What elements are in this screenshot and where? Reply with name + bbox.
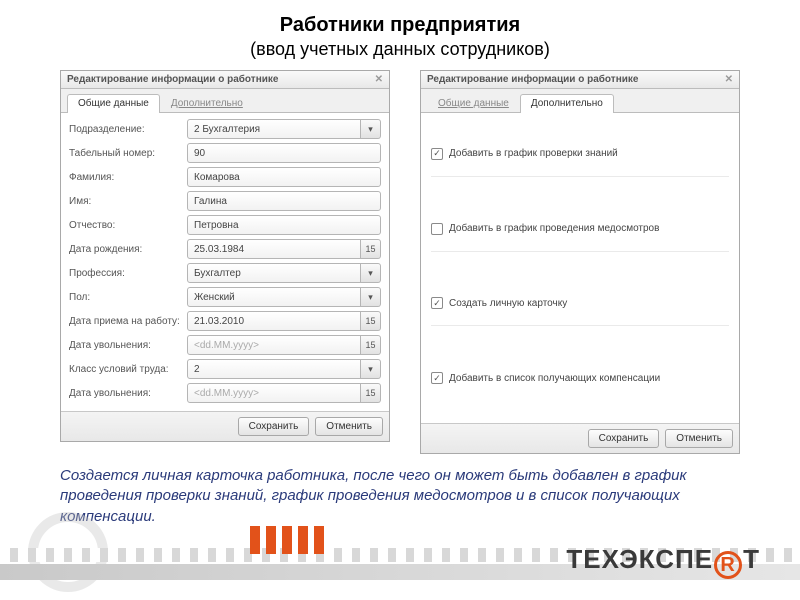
- row-gender: Пол: Женский ▾: [69, 287, 381, 307]
- close-icon[interactable]: ✕: [375, 74, 383, 85]
- firstname-input[interactable]: Галина: [187, 191, 381, 211]
- profession-value: Бухгалтер: [187, 263, 361, 283]
- row-firedate: Дата увольнения: <dd.MM.yyyy> 15: [69, 335, 381, 355]
- registered-icon: R: [714, 551, 742, 579]
- checkbox-label: Добавить в список получающих компенсации: [449, 373, 660, 384]
- dialog-title: Редактирование информации о работнике: [67, 74, 278, 85]
- chevron-down-icon[interactable]: ▾: [361, 359, 381, 379]
- checkbox-knowledge[interactable]: [431, 148, 443, 160]
- checkbox-label: Добавить в график проверки знаний: [449, 148, 618, 159]
- lastname-input[interactable]: Комарова: [187, 167, 381, 187]
- row-patronymic: Отчество: Петровна: [69, 215, 381, 235]
- gender-select[interactable]: Женский ▾: [187, 287, 381, 307]
- row-laborclass: Класс условий труда: 2 ▾: [69, 359, 381, 379]
- firedate2-field[interactable]: <dd.MM.yyyy> 15: [187, 383, 381, 403]
- checkbox-card[interactable]: [431, 297, 443, 309]
- decor-bars: [250, 526, 324, 554]
- page-subtitle: (ввод учетных данных сотрудников): [0, 37, 800, 68]
- tabnum-input[interactable]: 90: [187, 143, 381, 163]
- cancel-button[interactable]: Отменить: [665, 429, 733, 448]
- check-row-compensation: Добавить в список получающих компенсации: [431, 364, 729, 400]
- label-profession: Профессия:: [69, 268, 187, 279]
- row-birthdate: Дата рождения: 25.03.1984 15: [69, 239, 381, 259]
- brand-logo: ТЕХЭКСПЕRТ: [566, 544, 760, 577]
- save-button[interactable]: Сохранить: [588, 429, 660, 448]
- department-value: 2 Бухгалтерия: [187, 119, 361, 139]
- dialog-title: Редактирование информации о работнике: [427, 74, 638, 85]
- department-select[interactable]: 2 Бухгалтерия ▾: [187, 119, 381, 139]
- laborclass-value: 2: [187, 359, 361, 379]
- checklist: Добавить в график проверки знаний Добави…: [421, 113, 739, 423]
- footer-left: Сохранить Отменить: [61, 411, 389, 441]
- calendar-icon[interactable]: 15: [361, 383, 381, 403]
- dialog-general: Редактирование информации о работнике ✕ …: [60, 70, 390, 442]
- tabs-right: Общие данные Дополнительно: [421, 89, 739, 113]
- label-department: Подразделение:: [69, 124, 187, 135]
- firedate-field[interactable]: <dd.MM.yyyy> 15: [187, 335, 381, 355]
- check-row-knowledge: Добавить в график проверки знаний: [431, 140, 729, 177]
- label-tabnum: Табельный номер:: [69, 148, 187, 159]
- label-laborclass: Класс условий труда:: [69, 364, 187, 375]
- panels: Редактирование информации о работнике ✕ …: [0, 68, 800, 454]
- tab-general[interactable]: Общие данные: [67, 94, 160, 113]
- row-profession: Профессия: Бухгалтер ▾: [69, 263, 381, 283]
- birthdate-field[interactable]: 25.03.1984 15: [187, 239, 381, 259]
- checkbox-label: Добавить в график проведения медосмотров: [449, 223, 659, 234]
- tabs-left: Общие данные Дополнительно: [61, 89, 389, 113]
- row-lastname: Фамилия: Комарова: [69, 167, 381, 187]
- label-birthdate: Дата рождения:: [69, 244, 187, 255]
- tab-extra[interactable]: Дополнительно: [520, 94, 614, 113]
- row-department: Подразделение: 2 Бухгалтерия ▾: [69, 119, 381, 139]
- profession-select[interactable]: Бухгалтер ▾: [187, 263, 381, 283]
- titlebar-right: Редактирование информации о работнике ✕: [421, 71, 739, 89]
- hiredate-input[interactable]: 21.03.2010: [187, 311, 361, 331]
- label-gender: Пол:: [69, 292, 187, 303]
- titlebar-left: Редактирование информации о работнике ✕: [61, 71, 389, 89]
- decorative-band: ТЕХЭКСПЕRТ: [0, 510, 800, 600]
- checkbox-medexam[interactable]: [431, 223, 443, 235]
- label-firstname: Имя:: [69, 196, 187, 207]
- firedate-input[interactable]: <dd.MM.yyyy>: [187, 335, 361, 355]
- checkbox-label: Создать личную карточку: [449, 298, 567, 309]
- chevron-down-icon[interactable]: ▾: [361, 287, 381, 307]
- check-row-medexam: Добавить в график проведения медосмотров: [431, 215, 729, 252]
- firedate2-input[interactable]: <dd.MM.yyyy>: [187, 383, 361, 403]
- dialog-extra: Редактирование информации о работнике ✕ …: [420, 70, 740, 454]
- gender-value: Женский: [187, 287, 361, 307]
- label-firedate: Дата увольнения:: [69, 340, 187, 351]
- brand-text: Т: [743, 544, 760, 574]
- label-lastname: Фамилия:: [69, 172, 187, 183]
- calendar-icon[interactable]: 15: [361, 335, 381, 355]
- hiredate-field[interactable]: 21.03.2010 15: [187, 311, 381, 331]
- tab-extra[interactable]: Дополнительно: [160, 94, 254, 113]
- label-hiredate: Дата приема на работу:: [69, 316, 187, 327]
- row-firstname: Имя: Галина: [69, 191, 381, 211]
- brand-text: ТЕХЭКСПЕ: [566, 544, 713, 574]
- row-hiredate: Дата приема на работу: 21.03.2010 15: [69, 311, 381, 331]
- form-body: Подразделение: 2 Бухгалтерия ▾ Табельный…: [61, 113, 389, 411]
- row-firedate2: Дата увольнения: <dd.MM.yyyy> 15: [69, 383, 381, 403]
- row-tabnum: Табельный номер: 90: [69, 143, 381, 163]
- save-button[interactable]: Сохранить: [238, 417, 310, 436]
- cancel-button[interactable]: Отменить: [315, 417, 383, 436]
- close-icon[interactable]: ✕: [725, 74, 733, 85]
- birthdate-input[interactable]: 25.03.1984: [187, 239, 361, 259]
- page-title: Работники предприятия: [0, 0, 800, 37]
- check-row-card: Создать личную карточку: [431, 289, 729, 326]
- calendar-icon[interactable]: 15: [361, 239, 381, 259]
- patronymic-input[interactable]: Петровна: [187, 215, 381, 235]
- calendar-icon[interactable]: 15: [361, 311, 381, 331]
- checkbox-compensation[interactable]: [431, 372, 443, 384]
- footer-right: Сохранить Отменить: [421, 423, 739, 453]
- laborclass-select[interactable]: 2 ▾: [187, 359, 381, 379]
- tab-general[interactable]: Общие данные: [427, 94, 520, 113]
- chevron-down-icon[interactable]: ▾: [361, 119, 381, 139]
- label-firedate2: Дата увольнения:: [69, 388, 187, 399]
- chevron-down-icon[interactable]: ▾: [361, 263, 381, 283]
- label-patronymic: Отчество:: [69, 220, 187, 231]
